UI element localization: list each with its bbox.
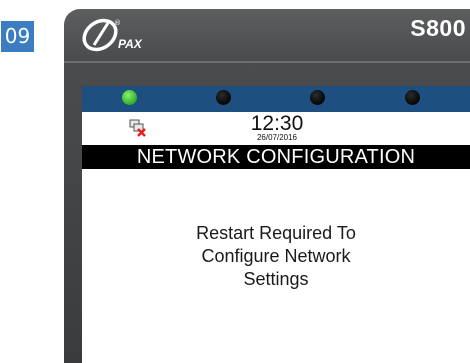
brand-text: PAX bbox=[118, 37, 143, 51]
pax-terminal: ® PAX S800 12:30 26/07/2016 NETWORK CONF… bbox=[64, 9, 470, 363]
svg-text:®: ® bbox=[114, 19, 121, 27]
terminal-screen: 12:30 26/07/2016 NETWORK CONFIGURATION R… bbox=[82, 86, 470, 363]
message-line-1: Restart Required To bbox=[196, 223, 356, 243]
led-indicator-bar bbox=[82, 86, 470, 112]
step-number-badge: 09 bbox=[1, 21, 34, 52]
model-label: S800 bbox=[410, 15, 466, 41]
bezel-divider bbox=[64, 61, 470, 63]
led-2-off bbox=[216, 90, 231, 105]
status-row: 12:30 26/07/2016 bbox=[82, 112, 470, 145]
message-line-2: Configure Network bbox=[201, 246, 351, 266]
message-line-3: Settings bbox=[243, 269, 309, 289]
pax-logo-icon: ® PAX bbox=[82, 18, 143, 52]
led-4-off bbox=[405, 90, 420, 105]
led-3-off bbox=[310, 90, 325, 105]
led-1-on bbox=[122, 90, 137, 105]
screen-title: NETWORK CONFIGURATION bbox=[82, 145, 470, 169]
restart-message: Restart Required To Configure Network Se… bbox=[82, 222, 470, 291]
network-disconnected-icon bbox=[129, 119, 146, 137]
clock-date: 26/07/2016 bbox=[256, 133, 298, 142]
clock-time: 12:30 bbox=[250, 112, 304, 135]
